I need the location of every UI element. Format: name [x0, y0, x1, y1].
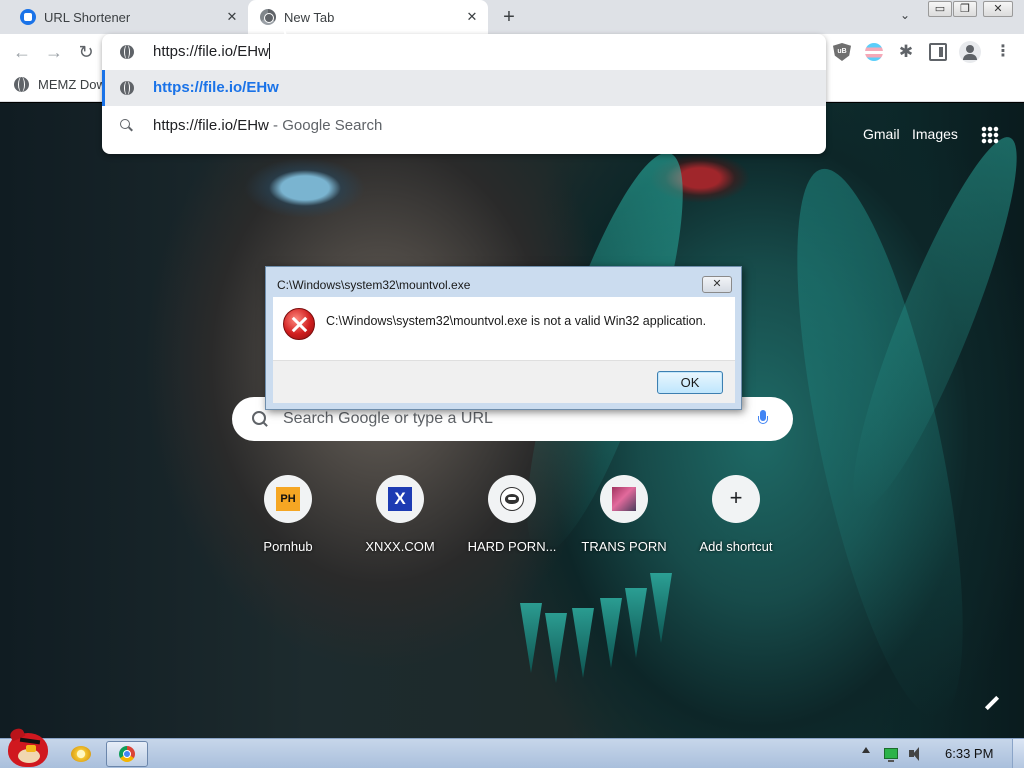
- address-input[interactable]: https://file.io/EHw: [153, 43, 270, 60]
- kebab-menu-icon[interactable]: ⋮: [994, 43, 1012, 61]
- ok-button[interactable]: OK: [657, 371, 723, 394]
- shortcut-add[interactable]: + Add shortcut: [680, 475, 792, 559]
- shortcut-xnxx[interactable]: XNXX.COM: [344, 475, 456, 559]
- minimize-window-button[interactable]: ▭: [928, 1, 952, 17]
- trans-porn-icon: [612, 487, 636, 511]
- globe-icon: [14, 77, 29, 92]
- ublock-icon[interactable]: uB: [833, 43, 851, 61]
- reload-icon[interactable]: ↻: [76, 42, 96, 62]
- suggestion-text: https://file.io/EHw - Google Search: [153, 117, 382, 134]
- close-tab-icon[interactable]: ✕: [224, 9, 240, 25]
- microphone-icon[interactable]: [758, 410, 768, 428]
- shortcut-label: TRANS PORN: [581, 539, 667, 554]
- shortcut-tile: [600, 475, 648, 523]
- dialog-title: C:\Windows\system32\mountvol.exe: [277, 278, 471, 292]
- text-caret: [268, 43, 270, 59]
- show-hidden-icons-icon[interactable]: [862, 747, 870, 753]
- shortcut-tile: PH: [264, 475, 312, 523]
- customize-pencil-icon[interactable]: [984, 696, 1000, 712]
- address-bar[interactable]: https://file.io/EHw: [102, 34, 826, 70]
- tab-strip: URL Shortener ✕ New Tab ✕ + ⌄ ▭ ❐ ✕: [0, 0, 1024, 34]
- explorer-icon[interactable]: [70, 744, 92, 764]
- pornhub-icon: PH: [276, 487, 300, 511]
- shortcut-label: Add shortcut: [699, 539, 773, 554]
- chrome-icon: [260, 9, 276, 25]
- background-fang: [520, 603, 542, 673]
- dialog-footer: OK: [273, 361, 735, 403]
- suggestion-google-search[interactable]: https://file.io/EHw - Google Search: [102, 106, 826, 146]
- suggestion-text: https://file.io/EHw: [153, 79, 279, 96]
- suggestion-query: https://file.io/EHw: [153, 117, 269, 134]
- tab-title: New Tab: [284, 9, 335, 25]
- error-dialog: C:\Windows\system32\mountvol.exe ✕ C:\Wi…: [265, 266, 742, 410]
- side-panel-icon[interactable]: [929, 43, 947, 61]
- shortcut-hard-porn[interactable]: HARD PORN...: [456, 475, 568, 559]
- url-shortener-icon: [20, 9, 36, 25]
- globe-icon: [120, 45, 134, 59]
- dialog-body: C:\Windows\system32\mountvol.exe is not …: [273, 297, 735, 361]
- badger-icon: [500, 487, 524, 511]
- shortcut-label: HARD PORN...: [467, 539, 557, 554]
- dialog-close-button[interactable]: ✕: [702, 276, 732, 293]
- volume-icon[interactable]: [909, 747, 923, 761]
- gmail-link[interactable]: Gmail: [863, 126, 900, 142]
- globe-icon: [120, 81, 134, 95]
- restore-window-button[interactable]: ❐: [953, 1, 977, 17]
- bookmark-label: MEMZ Dow: [38, 77, 106, 92]
- close-tab-icon[interactable]: ✕: [464, 9, 480, 25]
- shortcut-tile: [376, 475, 424, 523]
- shortcut-pornhub[interactable]: PH Pornhub: [232, 475, 344, 559]
- images-link[interactable]: Images: [912, 126, 958, 142]
- dialog-message: C:\Windows\system32\mountvol.exe is not …: [326, 314, 707, 328]
- trans-flag-extension-icon[interactable]: [865, 43, 883, 61]
- bookmark-memz[interactable]: MEMZ Dow: [14, 77, 106, 92]
- background-fang: [600, 598, 622, 668]
- tab-title: URL Shortener: [44, 9, 131, 25]
- shortcut-trans-porn[interactable]: TRANS PORN: [568, 475, 680, 559]
- angry-bird-start-icon[interactable]: [4, 726, 48, 768]
- bird-beak: [26, 745, 36, 752]
- xnxx-icon: [388, 487, 412, 511]
- tab-search-chevron-icon[interactable]: ⌄: [896, 8, 914, 26]
- background-fang: [572, 608, 594, 678]
- search-placeholder: Search Google or type a URL: [283, 410, 493, 427]
- background-fang: [650, 573, 672, 643]
- new-tab-page: Gmail Images Search Google or type a URL…: [0, 103, 1024, 738]
- search-icon: [120, 119, 132, 131]
- close-window-button[interactable]: ✕: [983, 1, 1013, 17]
- error-icon: [283, 308, 315, 340]
- google-apps-grid-icon[interactable]: [981, 126, 999, 144]
- shortcut-label: XNXX.COM: [365, 539, 435, 554]
- shortcut-label: Pornhub: [263, 539, 313, 554]
- forward-arrow-icon[interactable]: →: [44, 42, 64, 62]
- shortcut-tile: [488, 475, 536, 523]
- shortcut-tile: +: [712, 475, 760, 523]
- search-icon: [252, 411, 268, 427]
- add-icon: +: [729, 485, 743, 510]
- back-arrow-icon[interactable]: ←: [12, 42, 32, 62]
- network-icon[interactable]: [884, 748, 898, 762]
- profile-avatar-icon[interactable]: [959, 41, 981, 63]
- tab-url-shortener[interactable]: URL Shortener ✕: [12, 0, 248, 34]
- background-fang: [625, 588, 647, 658]
- address-input-value: https://file.io/EHw: [153, 43, 269, 60]
- new-tab-button[interactable]: +: [498, 6, 520, 28]
- chrome-taskbar-icon[interactable]: [106, 741, 148, 767]
- taskbar: 6:33 PM: [0, 726, 1024, 768]
- show-desktop-button[interactable]: [1012, 739, 1024, 768]
- puzzle-extensions-icon[interactable]: ✱: [897, 43, 915, 61]
- omnibox-dropdown: https://file.io/EHw https://file.io/EHw …: [102, 34, 826, 154]
- clock[interactable]: 6:33 PM: [945, 746, 993, 761]
- suggestion-suffix: - Google Search: [268, 117, 383, 134]
- background-fang: [545, 613, 567, 683]
- suggestion-url[interactable]: https://file.io/EHw: [102, 70, 826, 106]
